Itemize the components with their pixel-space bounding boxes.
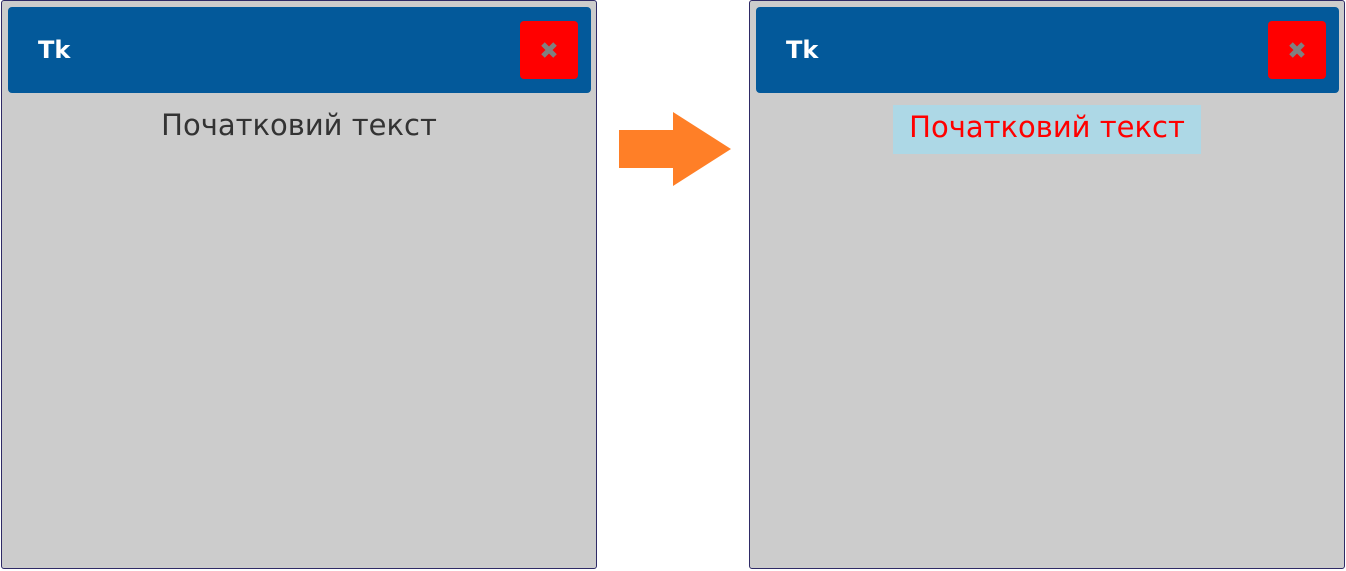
title-bar[interactable]: Tk: [756, 7, 1339, 93]
label-initial-text: Початковий текст: [2, 105, 596, 145]
tk-window-after: Tk Початковий текст: [749, 0, 1345, 569]
window-title: Tk: [786, 36, 819, 64]
label-text: Початковий текст: [161, 108, 437, 142]
label-initial-text-styled: Початковий текст: [750, 105, 1344, 154]
right-arrow-icon: [617, 112, 733, 190]
close-x-icon: [539, 40, 559, 60]
tk-window-before: Tk Початковий текст: [1, 0, 597, 569]
close-x-icon: [1287, 40, 1307, 60]
window-title: Tk: [38, 36, 71, 64]
title-bar[interactable]: Tk: [8, 7, 591, 93]
close-button[interactable]: [520, 21, 578, 79]
close-button[interactable]: [1268, 21, 1326, 79]
label-text: Початковий текст: [893, 105, 1201, 154]
